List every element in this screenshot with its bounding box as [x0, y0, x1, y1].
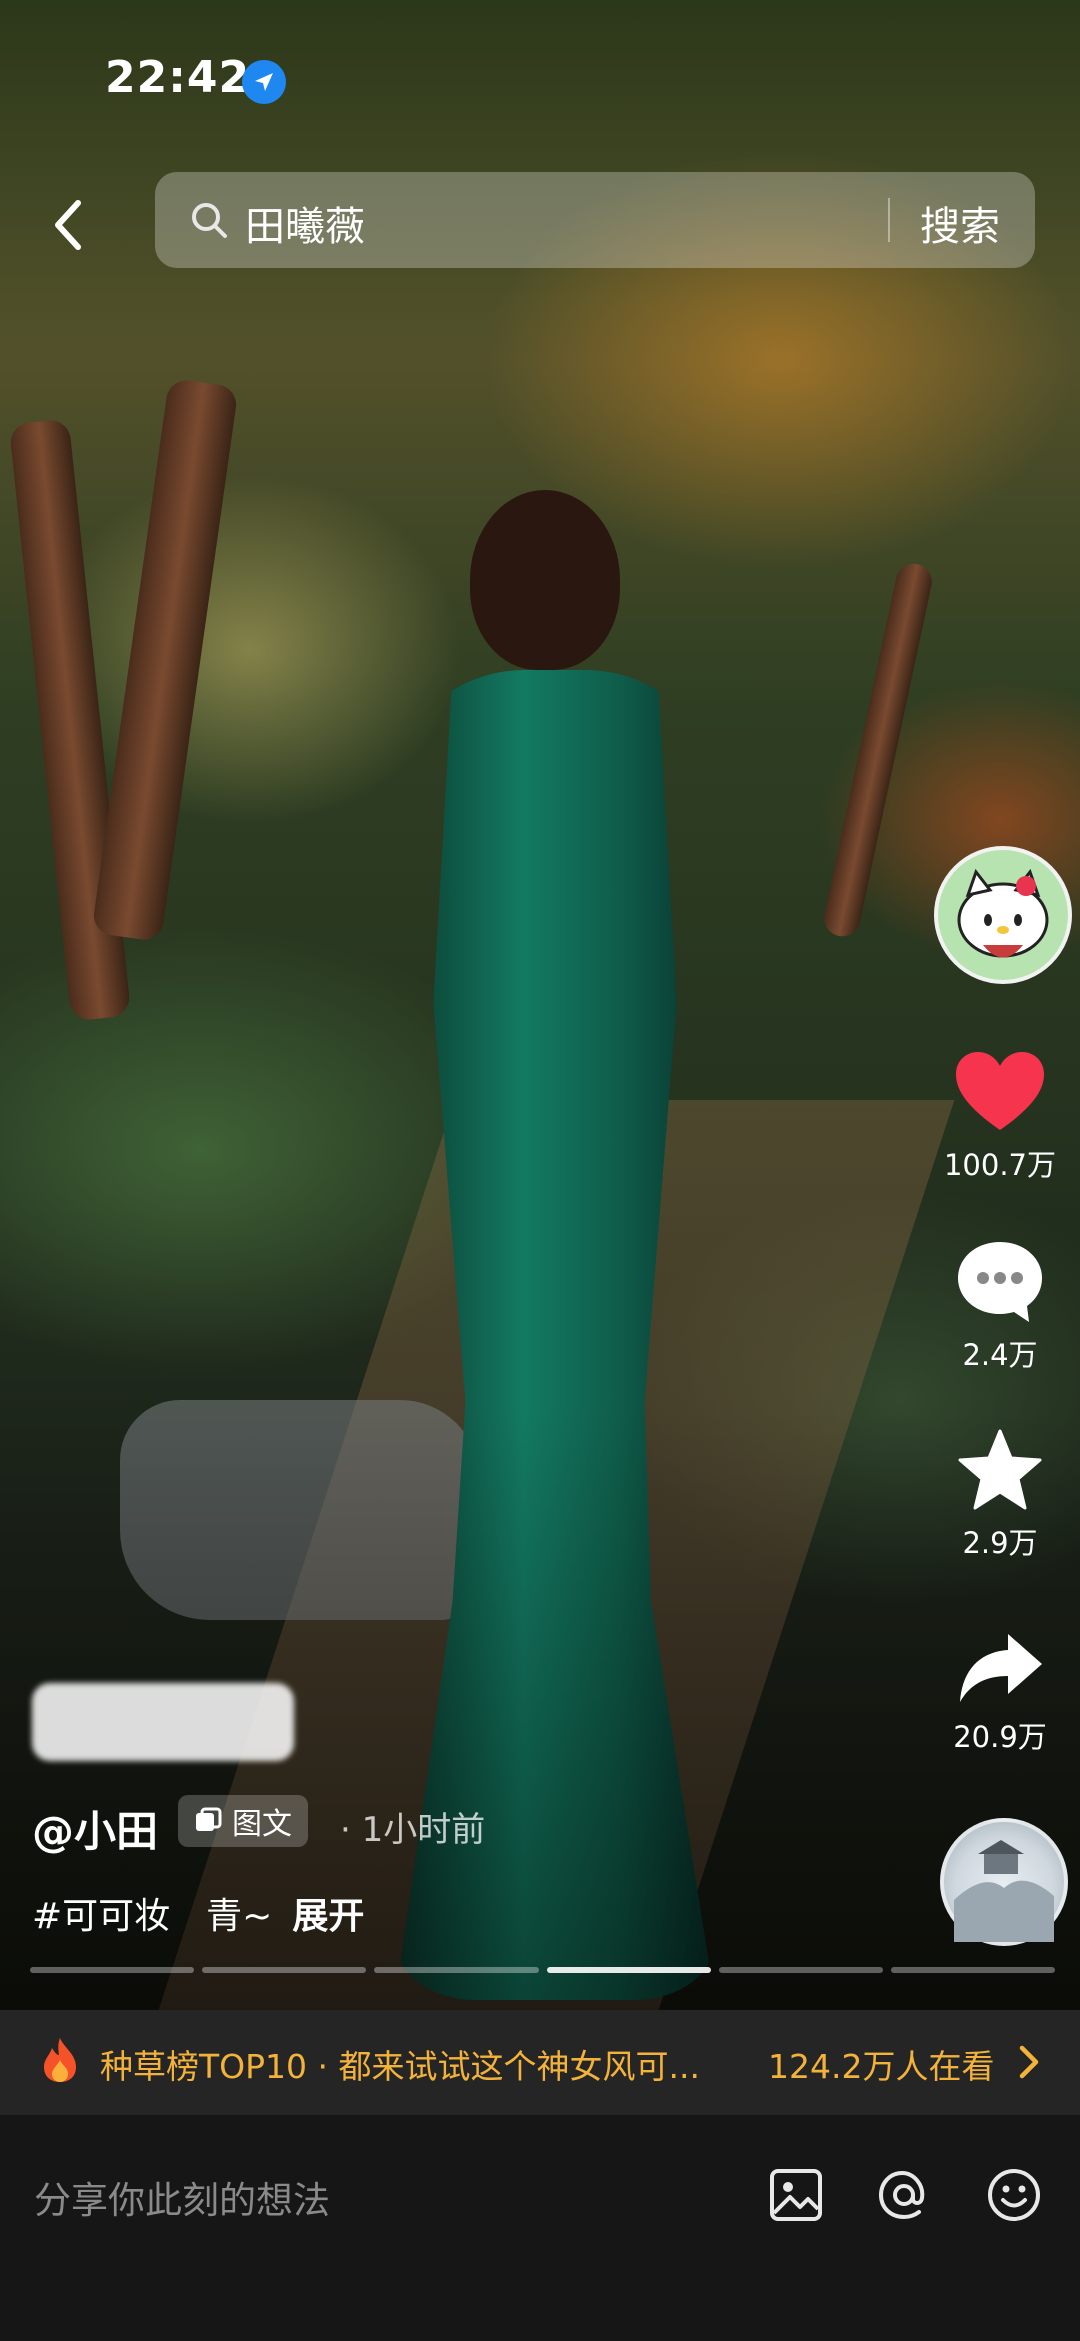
comment-bubble-icon — [958, 1242, 1042, 1322]
comment-button[interactable]: 2.4万 — [925, 1238, 1075, 1374]
search-icon — [192, 203, 227, 238]
favorite-button[interactable]: 2.9万 — [925, 1428, 1075, 1562]
progress-segment — [546, 1967, 711, 1973]
fire-icon — [44, 2038, 76, 2082]
search-bar[interactable]: 田曦薇 搜索 — [155, 172, 1035, 268]
trend-viewers: 124.2万人在看 — [768, 2047, 995, 2086]
share-count: 20.9万 — [953, 1720, 1047, 1754]
comment-count: 2.4万 — [962, 1338, 1038, 1372]
chevron-left-icon — [55, 200, 81, 250]
progress-segment — [30, 1967, 195, 1973]
image-icon[interactable] — [768, 2167, 824, 2223]
hello-kitty-avatar-icon — [938, 850, 1068, 980]
author-name[interactable]: @小田 — [32, 1798, 158, 1859]
favorite-count: 2.9万 — [962, 1526, 1038, 1560]
author-avatar[interactable] — [934, 846, 1072, 984]
share-arrow-icon — [960, 1634, 1042, 1702]
progress-segment — [374, 1967, 539, 1973]
trend-text: 种草榜TOP10 · 都来试试这个神女风可... — [100, 2047, 700, 2086]
music-cover-icon — [954, 1840, 1054, 1942]
comment-input[interactable]: 分享你此刻的想法 — [34, 2170, 330, 2224]
image-progress — [30, 1967, 1056, 1973]
heart-icon — [956, 1052, 1044, 1130]
comment-bar: 分享你此刻的想法 — [0, 2115, 1080, 2341]
post-type-tag: 图文 — [178, 1795, 308, 1847]
image-stack-icon — [196, 1807, 222, 1831]
chevron-right-icon — [1019, 2045, 1039, 2079]
progress-segment — [202, 1967, 367, 1973]
status-time: 22:42 — [105, 52, 251, 103]
expand-button[interactable]: 展开 — [292, 1896, 364, 1937]
progress-segment — [718, 1967, 883, 1973]
caption-text: #可可妆 青~ — [32, 1896, 273, 1937]
like-count: 100.7万 — [943, 1148, 1057, 1182]
share-button[interactable]: 20.9万 — [925, 1630, 1075, 1756]
trend-banner[interactable]: 种草榜TOP10 · 都来试试这个神女风可... 124.2万人在看 — [0, 2010, 1080, 2115]
star-icon — [958, 1429, 1042, 1510]
blurred-badge[interactable] — [32, 1683, 294, 1761]
location-icon — [242, 60, 286, 104]
back-button[interactable] — [38, 190, 98, 260]
caption: #可可妆 青~ 展开 — [32, 1887, 364, 1939]
progress-segment — [890, 1967, 1056, 1973]
post-type-label: 图文 — [232, 1807, 292, 1842]
emoji-icon[interactable] — [986, 2167, 1042, 2223]
music-disc[interactable] — [940, 1818, 1068, 1946]
search-button[interactable]: 搜索 — [920, 194, 1000, 252]
at-mention-icon[interactable] — [876, 2167, 932, 2223]
search-divider — [888, 198, 890, 242]
search-input[interactable]: 田曦薇 — [245, 194, 365, 252]
post-time: · 1小时前 — [340, 1810, 486, 1850]
like-button[interactable]: 100.7万 — [925, 1050, 1075, 1184]
